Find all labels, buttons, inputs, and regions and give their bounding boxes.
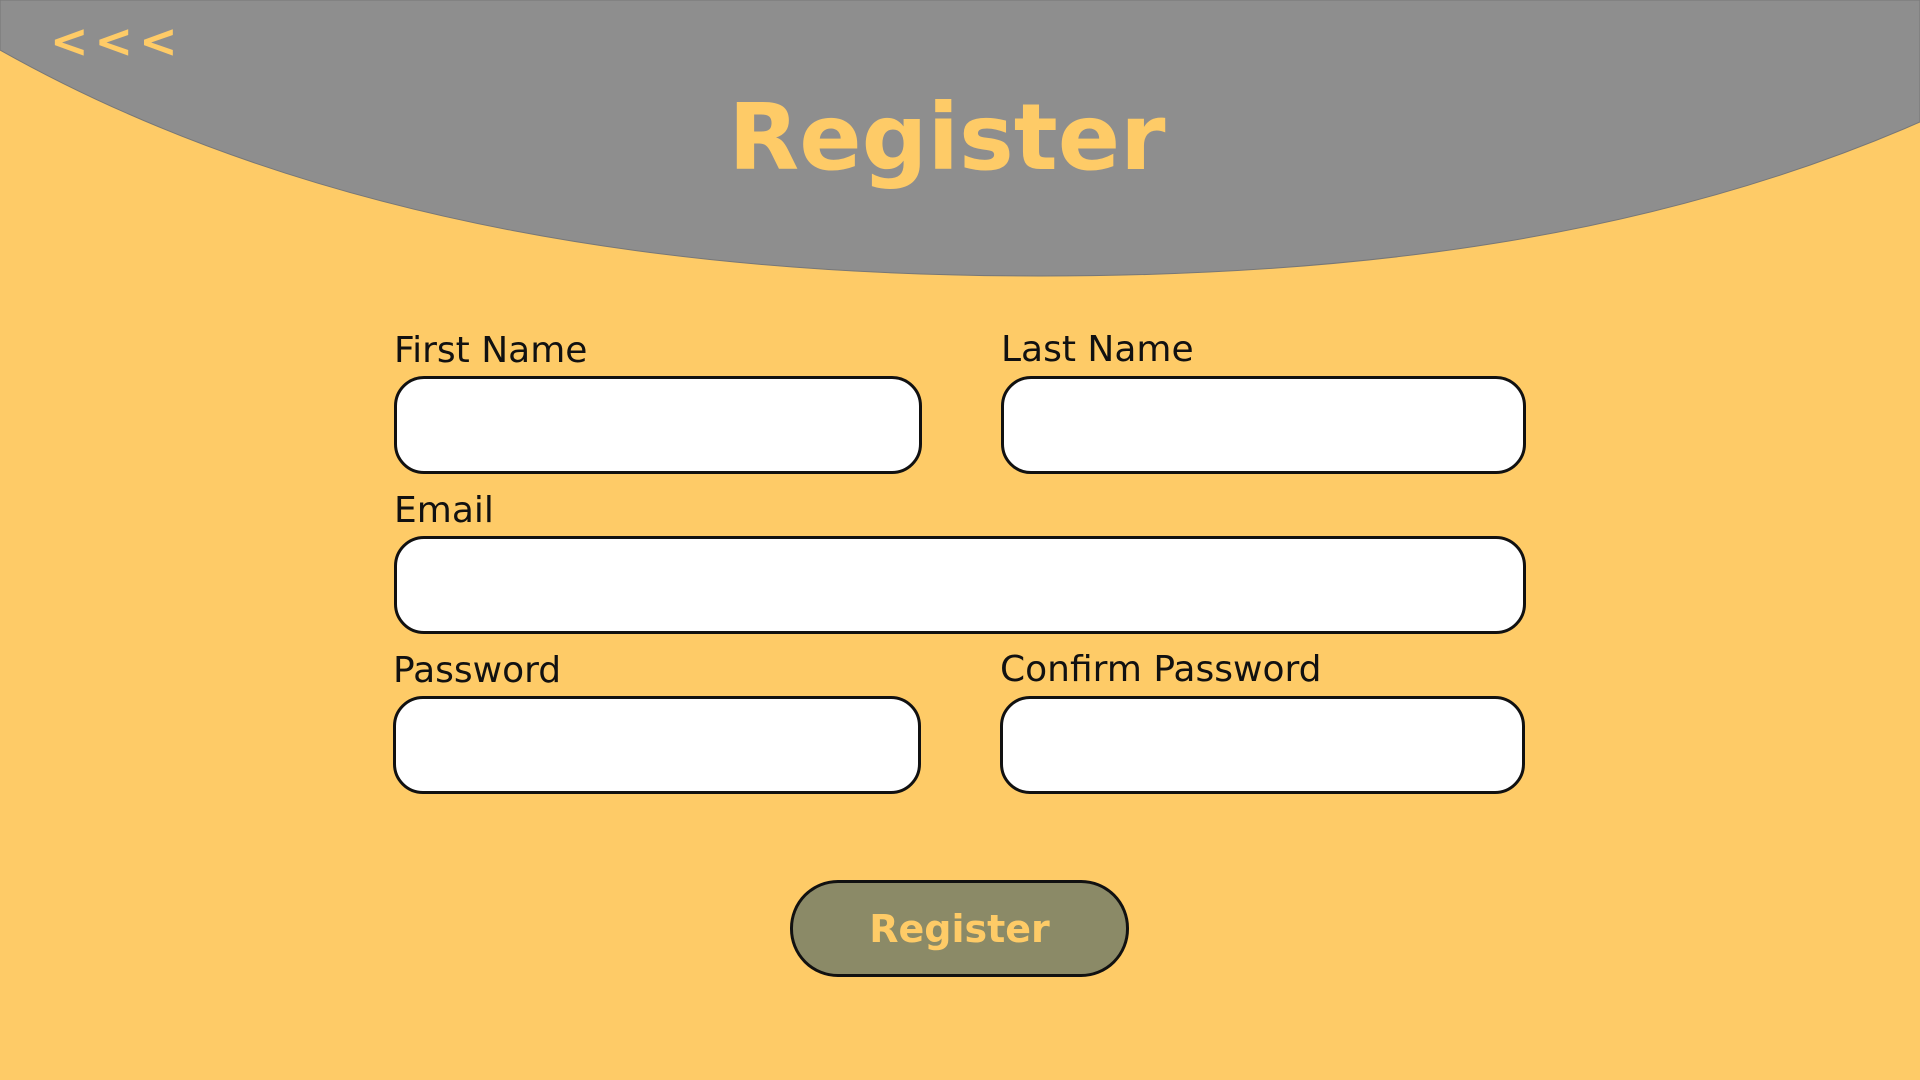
- first-name-input[interactable]: [394, 376, 922, 474]
- last-name-input[interactable]: [1001, 376, 1526, 474]
- email-label: Email: [394, 490, 494, 531]
- password-input[interactable]: [393, 696, 921, 794]
- register-button[interactable]: Register: [790, 880, 1129, 977]
- password-label: Password: [393, 650, 562, 691]
- last-name-label: Last Name: [1001, 329, 1194, 370]
- email-input[interactable]: [394, 536, 1526, 634]
- first-name-label: First Name: [394, 330, 588, 371]
- confirm-password-input[interactable]: [1000, 696, 1525, 794]
- confirm-password-label: Confirm Password: [1000, 649, 1322, 690]
- page-title: Register: [728, 84, 1166, 191]
- back-link[interactable]: <<<: [50, 18, 184, 64]
